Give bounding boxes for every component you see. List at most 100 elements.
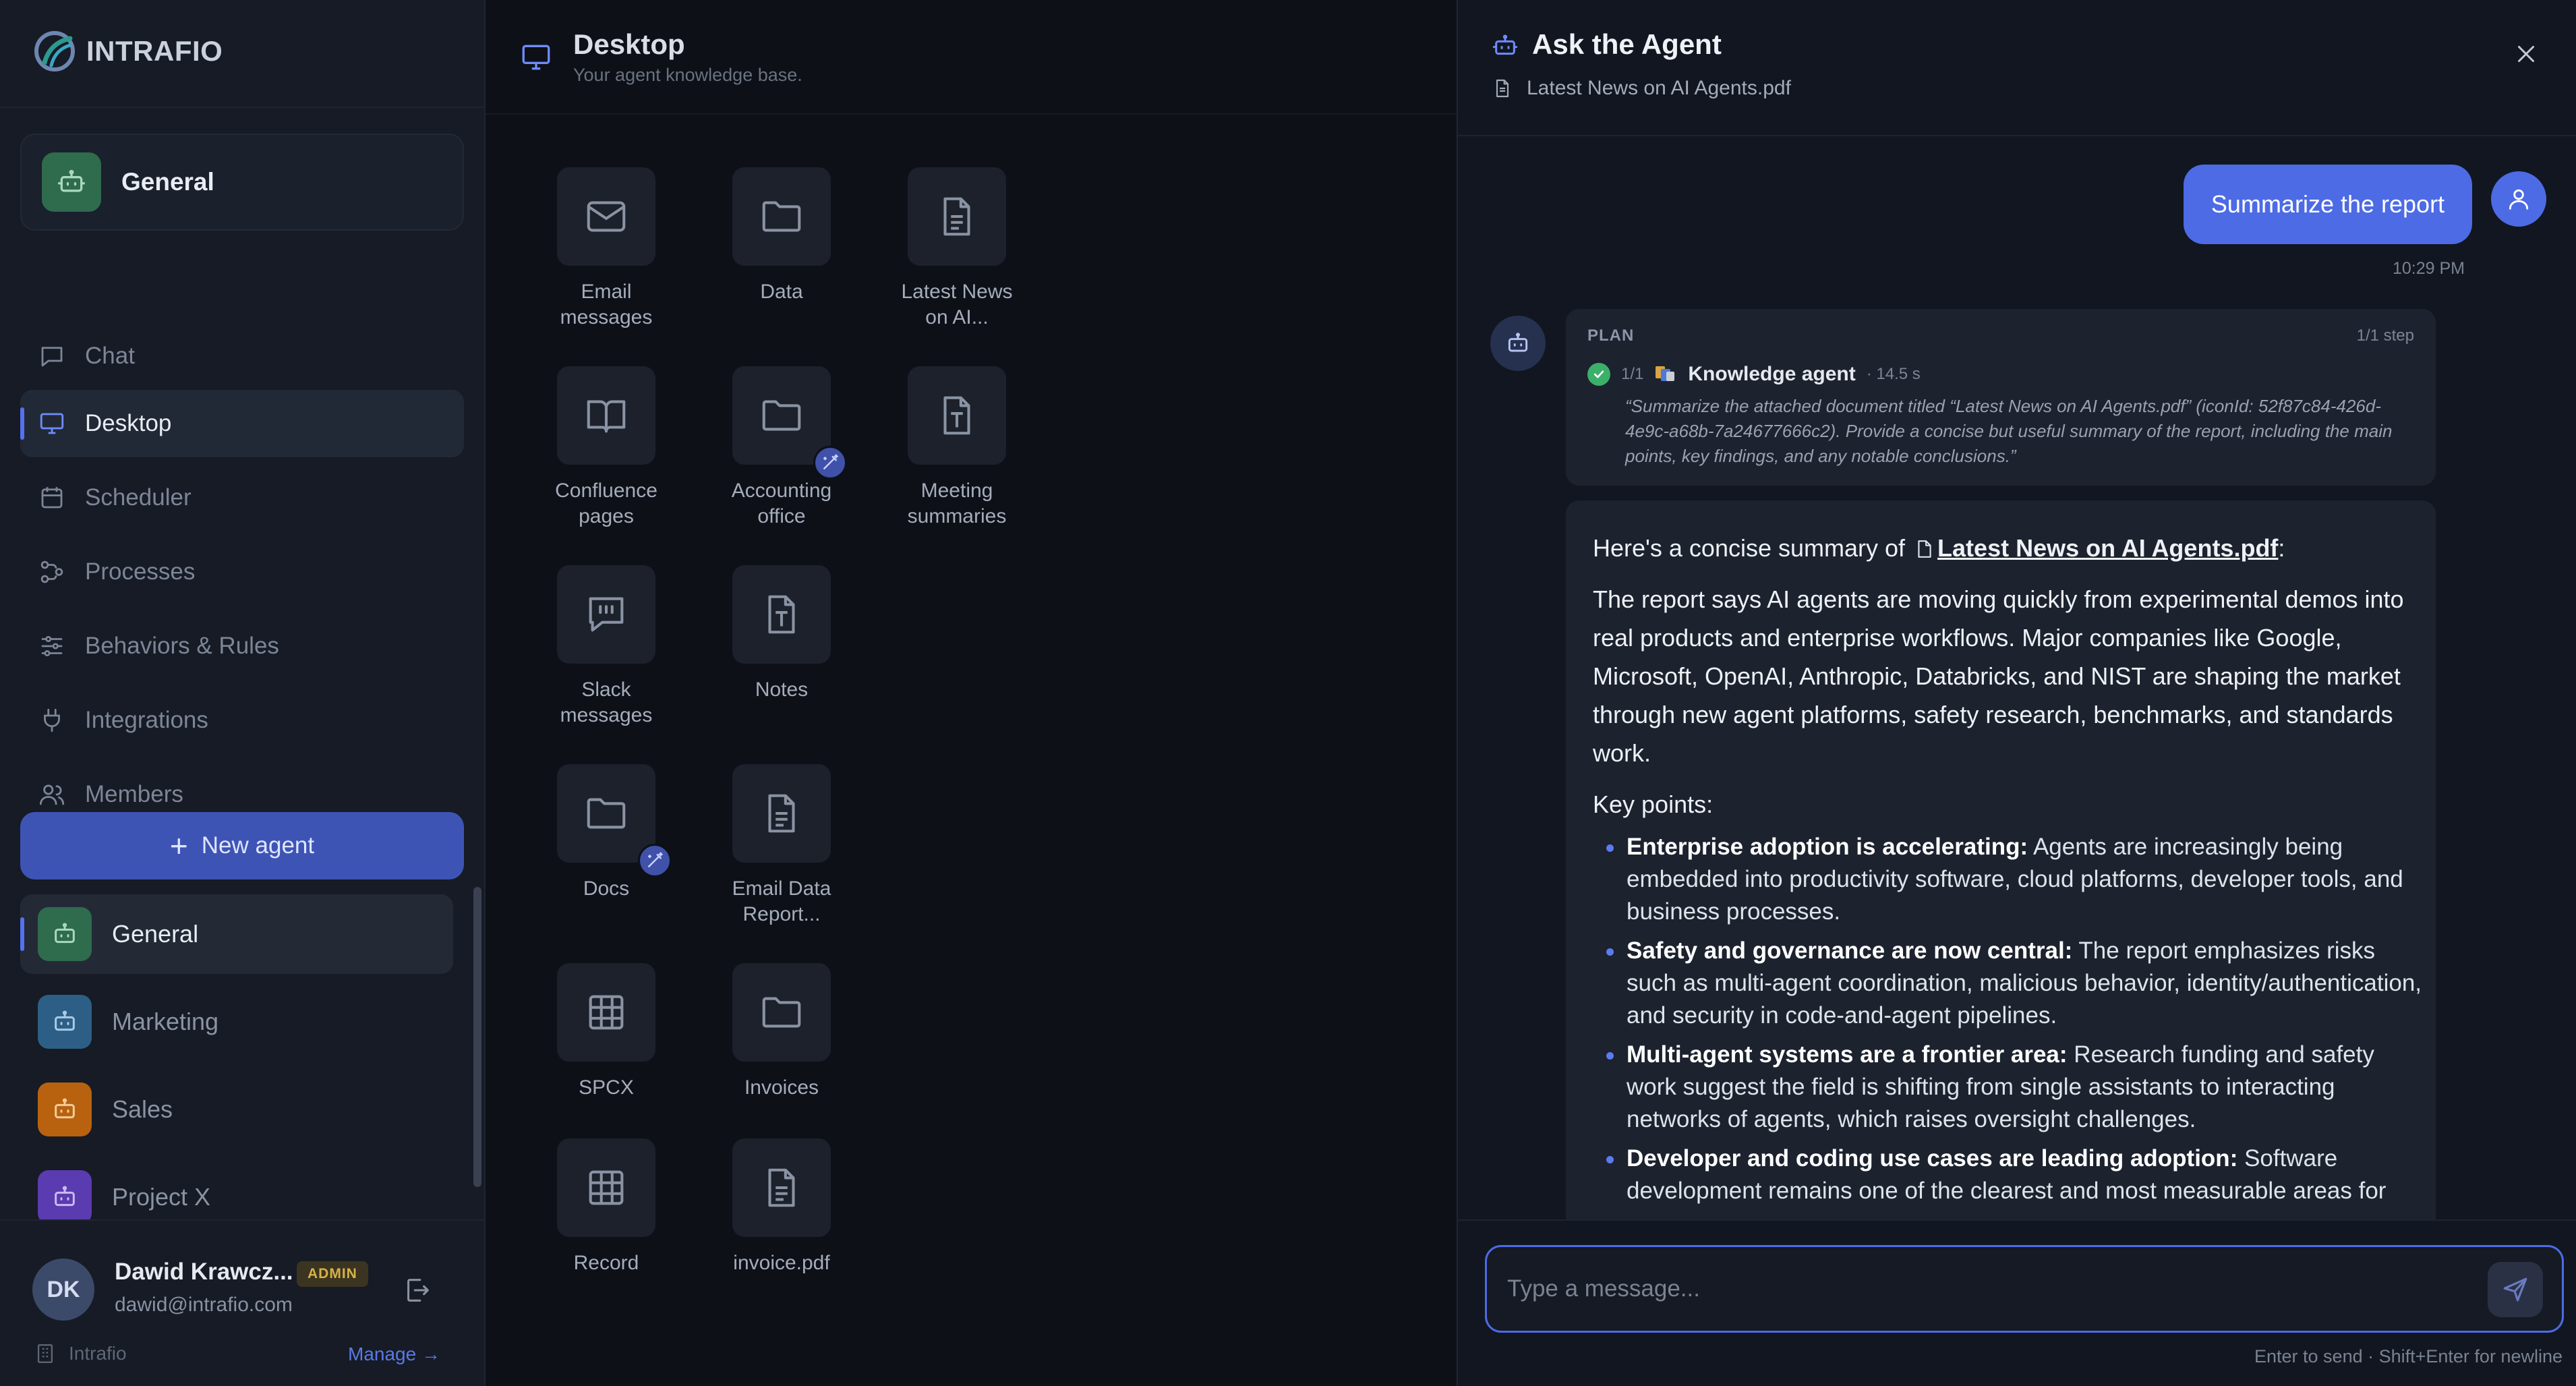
agent-bot-tile <box>38 995 92 1049</box>
agent-item-general[interactable]: General <box>20 894 453 974</box>
check-icon <box>1587 363 1610 386</box>
manage-link[interactable]: Manage → <box>348 1344 440 1365</box>
workspace-bot-tile <box>42 152 101 212</box>
folder-icon <box>762 201 801 232</box>
point-title: Enterprise adoption is accelerating: <box>1627 834 2028 860</box>
agent-label: Project X <box>112 1183 211 1211</box>
magic-wand-badge <box>813 446 847 480</box>
item-label: on AI... <box>925 306 989 328</box>
sliders-icon <box>41 635 63 657</box>
item-icon-box <box>557 565 655 664</box>
table-icon <box>589 1170 624 1205</box>
logout-icon[interactable] <box>402 1275 433 1306</box>
desktop-item-notes[interactable]: Notes <box>714 565 849 703</box>
nav-item-scheduler[interactable]: Scheduler <box>20 464 464 531</box>
desktop-item-confluence-pages[interactable]: Confluence pages <box>539 366 674 529</box>
text-file-icon <box>943 396 970 435</box>
intrafio-logo-icon <box>34 31 75 71</box>
message-input[interactable] <box>1507 1267 2478 1310</box>
magic-wand-icon <box>823 454 838 469</box>
brand-name: INTRAFIO <box>86 35 223 67</box>
item-icon-box <box>557 167 655 266</box>
quote-icon <box>589 597 624 632</box>
user-avatar <box>2491 171 2546 227</box>
plan-duration: · 14.5 s <box>1866 365 1921 383</box>
item-label: office <box>757 505 806 527</box>
nav-item-behaviors-rules[interactable]: Behaviors & Rules <box>20 612 464 680</box>
agent-item-marketing[interactable]: Marketing <box>20 982 453 1062</box>
document-link[interactable]: Latest News on AI Agents.pdf <box>1937 534 2278 562</box>
desktop-item-latest-news[interactable]: Latest News on AI... <box>889 167 1024 330</box>
brand[interactable]: INTRAFIO <box>31 26 223 77</box>
avatar[interactable]: DK <box>32 1259 94 1321</box>
point-title: Developer and coding use cases are leadi… <box>1627 1145 2238 1172</box>
list-item: Multi-agent systems are a frontier area:… <box>1593 1039 2422 1136</box>
nav-item-processes[interactable]: Processes <box>20 538 464 606</box>
answer-card: Here's a concise summary of Latest News … <box>1566 500 2436 1219</box>
desktop-item-data[interactable]: Data <box>714 167 849 305</box>
item-label: Report... <box>742 903 821 925</box>
item-label: summaries <box>907 505 1007 527</box>
nav-item-label: Integrations <box>85 707 208 733</box>
composer-area: Enter to send · Shift+Enter for newline <box>1458 1219 2576 1386</box>
nav-item-chat[interactable]: Chat <box>20 322 464 390</box>
book-icon <box>587 400 626 433</box>
item-icon-box <box>557 963 655 1062</box>
magic-wand-icon <box>648 852 663 867</box>
nav-item-label: Scheduler <box>85 484 192 511</box>
workflow-icon <box>40 560 63 583</box>
desktop-item-spcx[interactable]: SPCX <box>539 963 674 1101</box>
sidebar-scrollbar[interactable] <box>473 887 481 1187</box>
desktop-item-docs[interactable]: Docs <box>539 764 674 902</box>
desktop-item-slack-messages[interactable]: Slack messages <box>539 565 674 728</box>
monitor-icon <box>40 413 64 434</box>
agent-item-sales[interactable]: Sales <box>20 1070 453 1149</box>
plus-icon: + <box>169 828 188 863</box>
item-label: Meeting <box>920 480 993 502</box>
chat-icon <box>41 347 63 367</box>
close-icon[interactable] <box>2514 42 2538 66</box>
item-label: messages <box>560 306 653 328</box>
desktop-item-accounting-office[interactable]: Accounting office <box>714 366 849 529</box>
plan-step-row: 1/1 Knowledge agent · 14.5 s <box>1587 363 1921 386</box>
new-agent-button[interactable]: + New agent <box>20 812 464 879</box>
item-label: pages <box>579 505 634 527</box>
item-label: SPCX <box>579 1076 634 1099</box>
calendar-icon <box>41 487 63 509</box>
desktop-item-record[interactable]: Record <box>539 1138 674 1276</box>
desktop-item-invoice-pdf[interactable]: invoice.pdf <box>714 1138 849 1276</box>
building-icon <box>37 1344 53 1363</box>
nav-item-label: Members <box>85 781 183 807</box>
org-name: Intrafio <box>69 1343 127 1364</box>
plan-step-count: 1/1 step <box>2356 326 2414 345</box>
agent-label: Sales <box>112 1095 173 1123</box>
magic-wand-badge <box>638 844 672 877</box>
user-message-bubble: Summarize the report <box>2184 165 2472 244</box>
plan-step-index: 1/1 <box>1621 365 1644 383</box>
table-icon <box>589 995 624 1030</box>
desktop-item-email-data-report[interactable]: Email Data Report... <box>714 764 849 927</box>
list-item: Developer and coding use cases are leadi… <box>1593 1143 2422 1207</box>
key-points-label: Key points: <box>1593 790 1714 818</box>
document-icon <box>768 794 795 833</box>
users-icon <box>39 784 65 805</box>
item-label: invoice.pdf <box>733 1252 830 1274</box>
agent-bot-tile <box>38 907 92 961</box>
nav-item-desktop[interactable]: Desktop <box>20 390 464 457</box>
item-icon-box <box>732 963 831 1062</box>
desktop-item-invoices[interactable]: Invoices <box>714 963 849 1101</box>
admin-badge: ADMIN <box>297 1261 368 1287</box>
workspace-selector[interactable]: General <box>20 134 464 231</box>
user-panel: DK Dawid Krawcz... ADMIN dawid@intrafio.… <box>0 1219 484 1386</box>
nav-item-integrations[interactable]: Integrations <box>20 687 464 754</box>
send-button[interactable] <box>2488 1262 2543 1317</box>
page-title: Desktop <box>573 28 685 60</box>
answer-intro-prefix: Here's a concise summary of <box>1593 534 1906 562</box>
point-title: Safety and governance are now central: <box>1627 937 2073 964</box>
item-label: Latest News <box>901 281 1013 303</box>
desktop-item-meeting-summaries[interactable]: Meeting summaries <box>889 366 1024 529</box>
agent-avatar <box>1490 316 1546 371</box>
attached-file[interactable]: Latest News on AI Agents.pdf <box>1492 77 1791 100</box>
desktop-item-email-messages[interactable]: Email messages <box>539 167 674 330</box>
panel-title: Ask the Agent <box>1532 28 1722 60</box>
